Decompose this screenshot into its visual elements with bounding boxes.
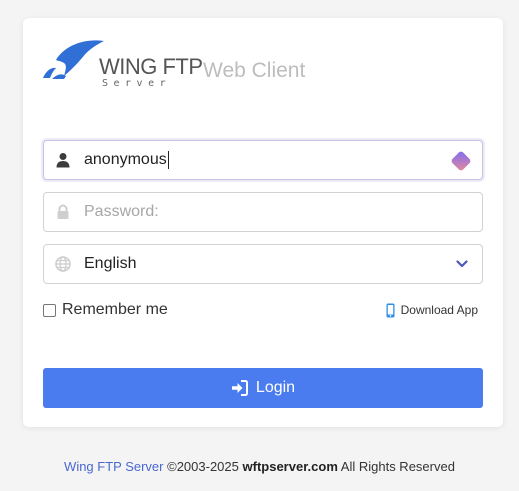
bird-logo-icon xyxy=(43,40,104,79)
username-field[interactable]: anonymous xyxy=(43,140,483,180)
logo: WING FTP Server Web Client xyxy=(42,38,342,98)
lock-icon xyxy=(57,204,69,219)
remember-checkbox[interactable] xyxy=(43,303,56,317)
footer-brand-link[interactable]: Wing FTP Server xyxy=(64,459,163,474)
download-app-link[interactable]: Download App xyxy=(386,302,478,318)
footer-rights: All Rights Reserved xyxy=(340,459,455,474)
logo-wordmark: WING FTP xyxy=(99,54,203,79)
login-card: WING FTP Server Web Client anonymous Eng… xyxy=(23,18,503,427)
footer-copyright: ©2003-2025 xyxy=(167,459,239,474)
login-label[interactable]: Login xyxy=(256,379,295,397)
chevron-down-icon[interactable] xyxy=(456,259,468,269)
password-input[interactable] xyxy=(84,194,464,230)
globe-icon xyxy=(55,256,71,272)
username-value[interactable]: anonymous xyxy=(84,141,169,179)
footer-site: wftpserver.com xyxy=(242,459,338,474)
language-select[interactable]: English xyxy=(43,244,483,284)
text-caret xyxy=(167,151,169,169)
login-button[interactable]: Login xyxy=(43,368,483,408)
language-value: English xyxy=(84,255,137,272)
password-manager-icon[interactable] xyxy=(449,149,473,173)
mobile-phone-icon xyxy=(386,303,395,317)
footer: Wing FTP Server ©2003-2025 wftpserver.co… xyxy=(0,459,519,474)
logo-subtext: Server xyxy=(102,78,172,89)
download-app-label[interactable]: Download App xyxy=(401,303,478,317)
user-icon xyxy=(56,153,70,168)
remember-label[interactable]: Remember me xyxy=(62,301,168,319)
sign-in-icon xyxy=(231,380,248,396)
password-field[interactable] xyxy=(43,192,483,232)
remember-me[interactable]: Remember me xyxy=(43,301,168,319)
web-client-label: Web Client xyxy=(203,59,306,82)
